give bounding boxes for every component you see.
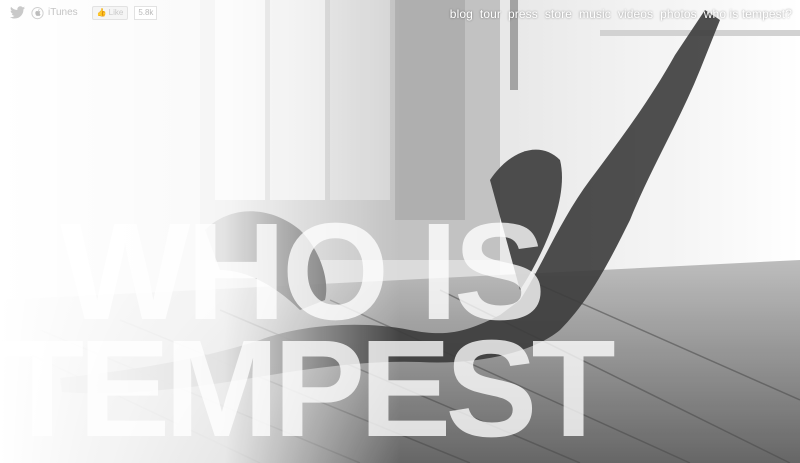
top-bar: iTunes 👍 Like 5.8k blog tour press store… [0, 0, 800, 26]
page: iTunes 👍 Like 5.8k blog tour press store… [0, 0, 800, 463]
thumbs-up-icon: 👍 [96, 7, 107, 17]
nav-link-who-is-tempest[interactable]: who is tempest? [704, 7, 792, 21]
nav-link-photos[interactable]: photos [660, 7, 697, 21]
nav-link-tour[interactable]: tour [480, 7, 501, 21]
facebook-like-label: Like [108, 7, 124, 17]
main-nav: blog tour press store music videos photo… [450, 7, 792, 21]
social-links: iTunes 👍 Like 5.8k [10, 5, 158, 20]
nav-link-blog[interactable]: blog [450, 7, 473, 21]
apple-icon[interactable] [31, 5, 44, 20]
facebook-like-button[interactable]: 👍 Like [91, 5, 129, 20]
nav-link-press[interactable]: press [508, 7, 538, 21]
nav-link-music[interactable]: music [579, 7, 611, 21]
nav-link-store[interactable]: store [545, 7, 572, 21]
headline-line-2: TEMPEST [0, 312, 616, 463]
nav-link-videos[interactable]: videos [618, 7, 653, 21]
twitter-bird-icon[interactable] [10, 6, 25, 19]
itunes-link[interactable]: iTunes [48, 7, 78, 18]
facebook-like-count: 5.8k [134, 5, 158, 20]
